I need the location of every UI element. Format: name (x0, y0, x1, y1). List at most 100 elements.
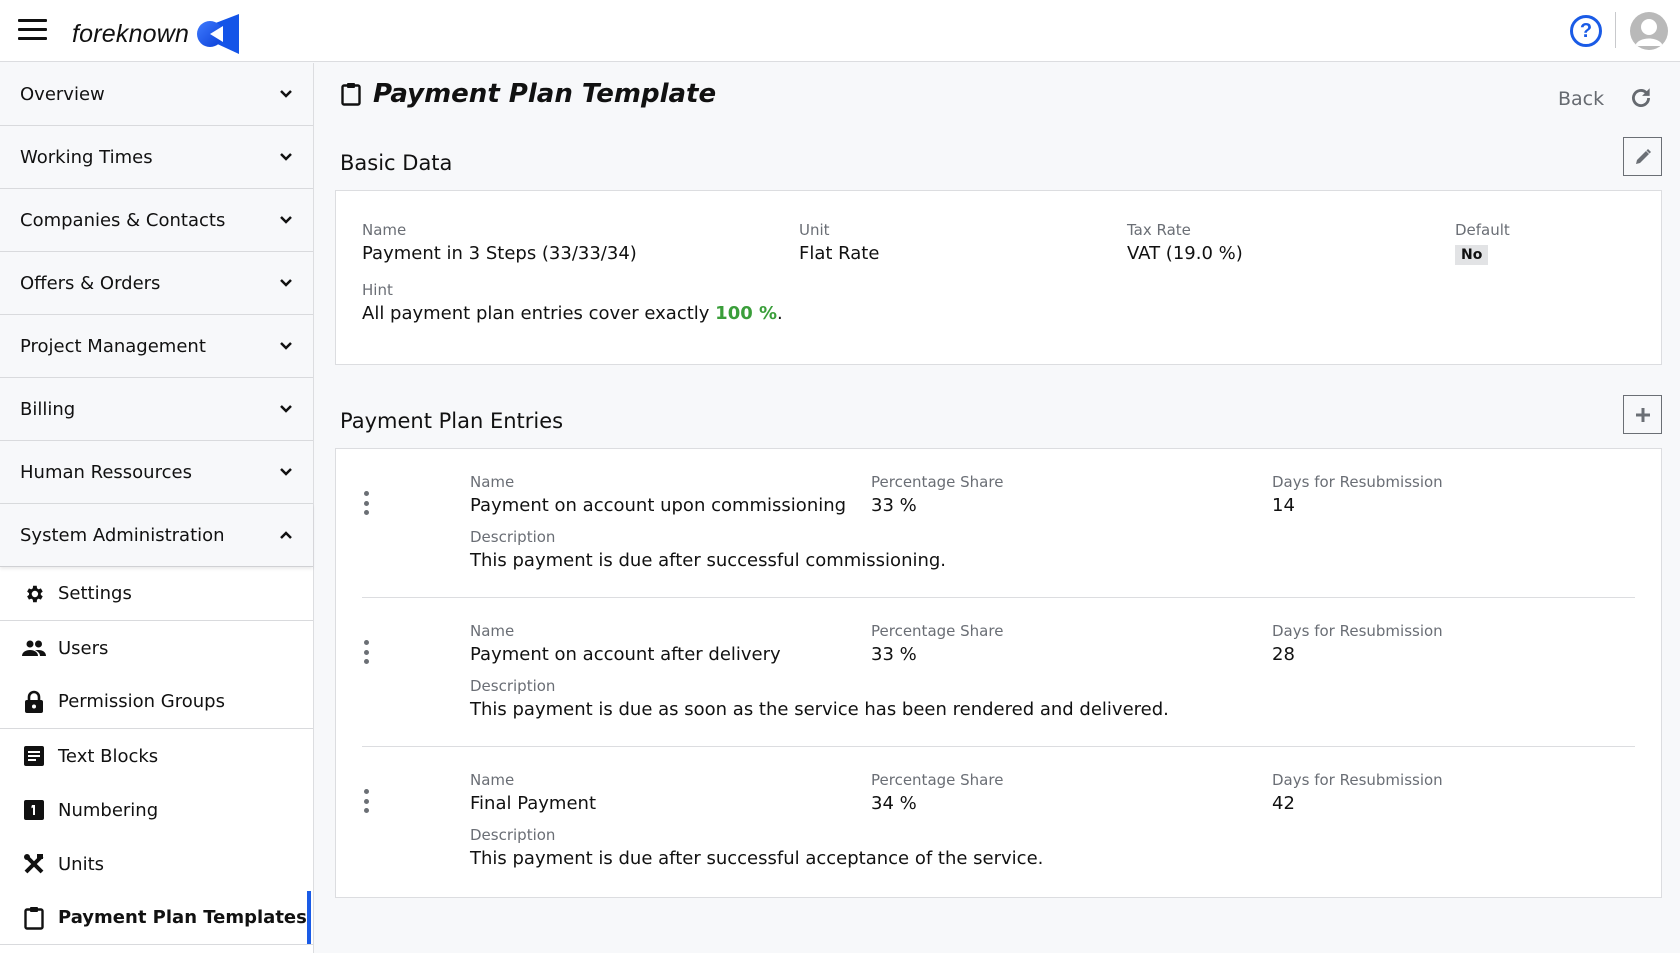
sidebar-item-label: Users (58, 637, 109, 659)
entry-row: Name Final Payment Percentage Share 34 %… (336, 747, 1661, 896)
entry-name: Name Payment on account upon commissioni… (470, 473, 846, 516)
sidebar-group-system-administration[interactable]: System Administration (0, 504, 313, 567)
sidebar-item-label: Units (58, 853, 105, 875)
default-badge: No (1455, 245, 1489, 265)
page-title: Payment Plan Template (373, 79, 717, 109)
entry-description: Description This payment is due as soon … (470, 677, 1169, 720)
entry-name: Name Payment on account after delivery (470, 622, 781, 665)
sidebar-group-label: Human Ressources (20, 461, 192, 483)
top-header: foreknown ? (0, 0, 1680, 62)
field-label: Name (362, 221, 407, 239)
chevron-down-icon (280, 90, 292, 98)
sidebar-group-offers-orders[interactable]: Offers & Orders (0, 252, 313, 315)
field-label: Description (470, 677, 556, 695)
field-value: This payment is due as soon as the servi… (470, 699, 1169, 720)
sidebar-item-units[interactable]: Units (0, 837, 313, 891)
entry-description: Description This payment is due after su… (470, 528, 946, 571)
field-label: Days for Resubmission (1272, 622, 1443, 640)
main-content: Payment Plan Template Back Basic Data Na… (315, 63, 1680, 953)
sidebar-group-overview[interactable]: Overview (0, 63, 313, 126)
clipboard-icon (341, 83, 361, 106)
field-label: Default (1455, 221, 1510, 239)
sidebar-group-label: System Administration (20, 524, 225, 546)
menu-icon[interactable] (18, 19, 47, 41)
field-value: 33 % (871, 495, 917, 516)
sidebar-group-label: Working Times (20, 146, 153, 168)
page-header: Payment Plan Template (341, 79, 716, 109)
lock-icon (22, 690, 46, 714)
edit-button[interactable] (1623, 137, 1662, 176)
help-icon[interactable]: ? (1570, 15, 1602, 47)
field-value: This payment is due after successful acc… (470, 848, 1044, 869)
sidebar-item-label: Permission Groups (58, 691, 225, 712)
sidebar-group-human-ressources[interactable]: Human Ressources (0, 441, 313, 504)
sidebar-item-label: Payment Plan Templates (58, 907, 307, 928)
sidebar-group-label: Billing (20, 398, 76, 420)
field-value: Payment on account upon commissioning (470, 495, 847, 516)
pencil-icon (1635, 148, 1651, 164)
chevron-down-icon (280, 216, 292, 224)
field-label: Name (470, 771, 515, 789)
field-label: Name (470, 622, 515, 640)
field-label: Name (470, 473, 515, 491)
field-label: Description (470, 528, 556, 546)
chevron-up-icon (280, 531, 292, 539)
logo[interactable]: foreknown (72, 14, 241, 54)
sidebar-item-label: Numbering (58, 799, 159, 821)
field-value: This payment is due after successful com… (470, 550, 947, 571)
chevron-down-icon (280, 153, 292, 161)
hint-percent: 100 % (715, 303, 778, 324)
header-divider (1615, 12, 1616, 48)
sidebar-group-working-times[interactable]: Working Times (0, 126, 313, 189)
sidebar-group-label: Project Management (20, 335, 206, 357)
hint-suffix: . (777, 303, 783, 324)
sidebar-group-project-management[interactable]: Project Management (0, 315, 313, 378)
entry-description: Description This payment is due after su… (470, 826, 1043, 869)
sidebar-item-settings[interactable]: Settings (0, 567, 313, 621)
logo-text: foreknown (72, 19, 190, 48)
field-name: Name Payment in 3 Steps (33/33/34) (362, 221, 637, 264)
field-value: 33 % (871, 644, 917, 665)
sidebar-item-label: Text Blocks (58, 745, 159, 767)
avatar-icon (1635, 19, 1663, 46)
sidebar-item-users[interactable]: Users (0, 621, 313, 675)
field-value: 42 (1272, 793, 1295, 814)
entry-percentage: Percentage Share 33 % (871, 622, 1003, 665)
sidebar-item-permission-groups[interactable]: Permission Groups (0, 675, 313, 729)
refresh-icon[interactable] (1628, 85, 1654, 111)
basic-data-card: Name Payment in 3 Steps (33/33/34) Unit … (335, 190, 1662, 365)
more-options-icon[interactable] (362, 491, 370, 515)
sidebar-group-companies-contacts[interactable]: Companies & Contacts (0, 189, 313, 252)
plus-icon (1635, 407, 1650, 422)
hint-text: All payment plan entries cover exactly 1… (362, 303, 783, 324)
sidebar-item-text-blocks[interactable]: Text Blocks (0, 729, 313, 783)
entry-name: Name Final Payment (470, 771, 596, 814)
sidebar-item-numbering[interactable]: Numbering (0, 783, 313, 837)
field-value: VAT (19.0 %) (1127, 243, 1243, 264)
field-label: Description (470, 826, 556, 844)
logo-mark-icon (197, 14, 240, 54)
more-options-icon[interactable] (362, 640, 370, 664)
field-default: Default No (1455, 221, 1510, 265)
back-button[interactable]: Back (1558, 88, 1604, 110)
basic-data-title: Basic Data (340, 151, 453, 175)
field-label: Days for Resubmission (1272, 473, 1443, 491)
user-avatar[interactable] (1630, 12, 1668, 50)
entry-days: Days for Resubmission 14 (1272, 473, 1443, 516)
field-value: 34 % (871, 793, 917, 814)
numbering-icon (22, 798, 46, 822)
sidebar-item-payment-plan-templates[interactable]: Payment Plan Templates (0, 891, 313, 945)
field-label: Days for Resubmission (1272, 771, 1443, 789)
field-value: Flat Rate (799, 243, 880, 264)
sidebar-group-billing[interactable]: Billing (0, 378, 313, 441)
hint-prefix: All payment plan entries cover exactly (362, 303, 716, 324)
text-block-icon (22, 744, 46, 768)
field-label: Percentage Share (871, 473, 1004, 491)
more-options-icon[interactable] (362, 789, 370, 813)
entry-percentage: Percentage Share 33 % (871, 473, 1003, 516)
add-entry-button[interactable] (1623, 395, 1662, 434)
sidebar-group-label: Overview (20, 83, 105, 105)
field-label: Percentage Share (871, 622, 1004, 640)
clipboard-icon (22, 906, 46, 930)
field-unit: Unit Flat Rate (799, 221, 879, 264)
